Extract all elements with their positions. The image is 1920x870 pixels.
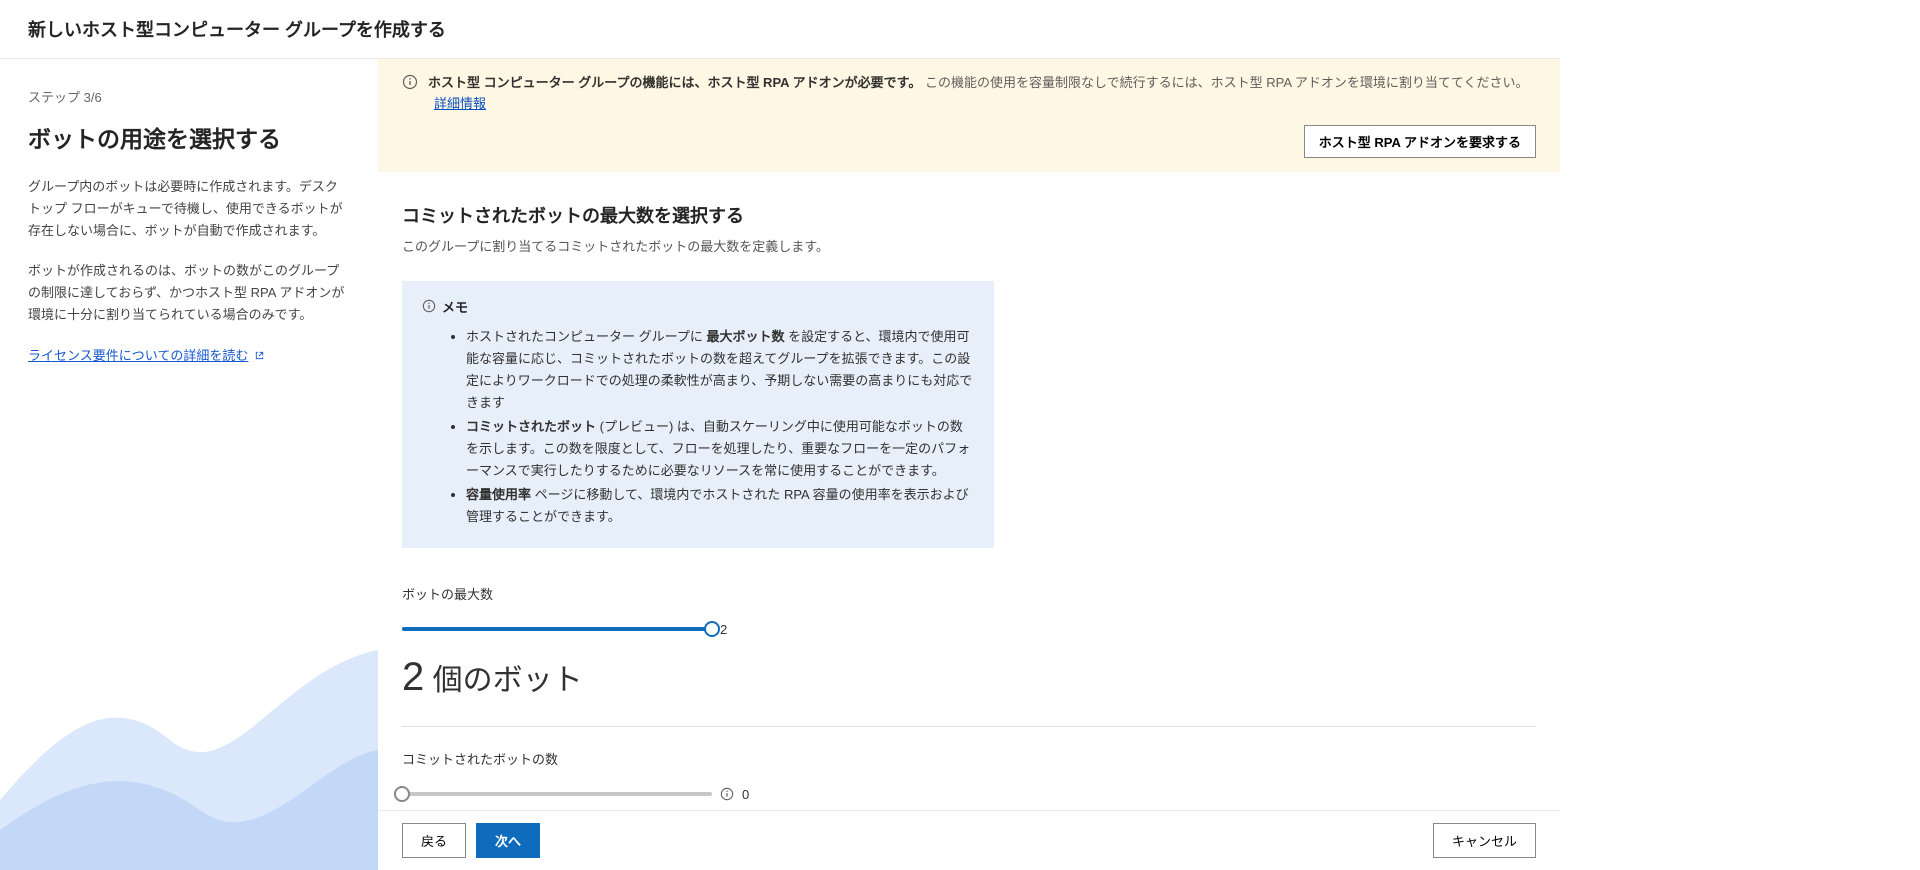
section-divider [402,726,1536,727]
info-icon [422,299,436,313]
license-link-text: ライセンス要件についての詳細を読む [28,345,248,364]
header: 新しいホスト型コンピューター グループを作成する [0,0,1560,59]
max-bots-label: ボットの最大数 [402,584,1536,603]
next-button[interactable]: 次へ [476,823,540,858]
external-link-icon [254,349,265,360]
committed-bots-value: 0 [742,787,749,802]
back-button[interactable]: 戻る [402,823,466,858]
committed-bots-section: コミットされたボットの数 0 0 個のボット [402,749,1536,810]
banner-text-rest: この機能の使用を容量制限なしで続行するには、ホスト型 RPA アドオンを環境に割… [925,75,1529,90]
content-title: コミットされたボットの最大数を選択する [402,202,1536,228]
committed-bots-slider[interactable] [402,782,712,806]
info-icon [402,74,418,90]
content-area: コミットされたボットの最大数を選択する このグループに割り当てるコミットされたボ… [378,172,1560,810]
request-addon-button[interactable]: ホスト型 RPA アドオンを要求する [1304,125,1536,158]
step-title: ボットの用途を選択する [28,120,350,154]
cancel-button[interactable]: キャンセル [1433,823,1536,858]
note-list: ホストされたコンピューター グループに 最大ボット数 を設定すると、環境内で使用… [422,326,974,529]
main-panel: ホスト型 コンピューター グループの機能には、ホスト型 RPA アドオンが必要で… [378,59,1560,870]
max-bots-section: ボットの最大数 2 2 個のボット [402,584,1536,700]
page-title: 新しいホスト型コンピューター グループを作成する [28,16,1532,42]
note-item: ホストされたコンピューター グループに 最大ボット数 を設定すると、環境内で使用… [466,326,974,414]
note-item: 容量使用率 ページに移動して、環境内でホストされた RPA 容量の使用率を表示お… [466,484,974,528]
wizard-footer: 戻る 次へ キャンセル [378,810,1560,870]
max-bots-slider[interactable] [402,617,712,641]
step-description-1: グループ内のボットは必要時に作成されます。デスクトップ フローがキューで待機し、… [28,176,350,242]
note-item: コミットされたボット (プレビュー) は、自動スケーリング中に使用可能なボットの… [466,416,974,482]
info-icon[interactable] [720,787,734,801]
max-bots-readout: 2 個のボット [402,655,1536,700]
note-box: メモ ホストされたコンピューター グループに 最大ボット数 を設定すると、環境内… [402,281,994,549]
banner-text-bold: ホスト型 コンピューター グループの機能には、ホスト型 RPA アドオンが必要で… [428,75,921,90]
step-description-2: ボットが作成されるのは、ボットの数がこのグループの制限に達しておらず、かつホスト… [28,260,350,326]
max-bots-value: 2 [720,622,727,637]
wizard-sidebar: ステップ 3/6 ボットの用途を選択する グループ内のボットは必要時に作成されま… [0,59,378,870]
note-heading: メモ [422,297,974,316]
license-requirements-link[interactable]: ライセンス要件についての詳細を読む [28,345,265,364]
addon-warning-banner: ホスト型 コンピューター グループの機能には、ホスト型 RPA アドオンが必要で… [378,59,1560,172]
committed-bots-label: コミットされたボットの数 [402,749,1536,768]
note-title: メモ [442,297,468,316]
decorative-wave [0,610,378,870]
banner-text: ホスト型 コンピューター グループの機能には、ホスト型 RPA アドオンが必要で… [428,73,1536,115]
banner-more-info-link[interactable]: 詳細情報 [434,96,486,111]
content-description: このグループに割り当てるコミットされたボットの最大数を定義します。 [402,236,1536,255]
step-indicator: ステップ 3/6 [28,87,350,106]
